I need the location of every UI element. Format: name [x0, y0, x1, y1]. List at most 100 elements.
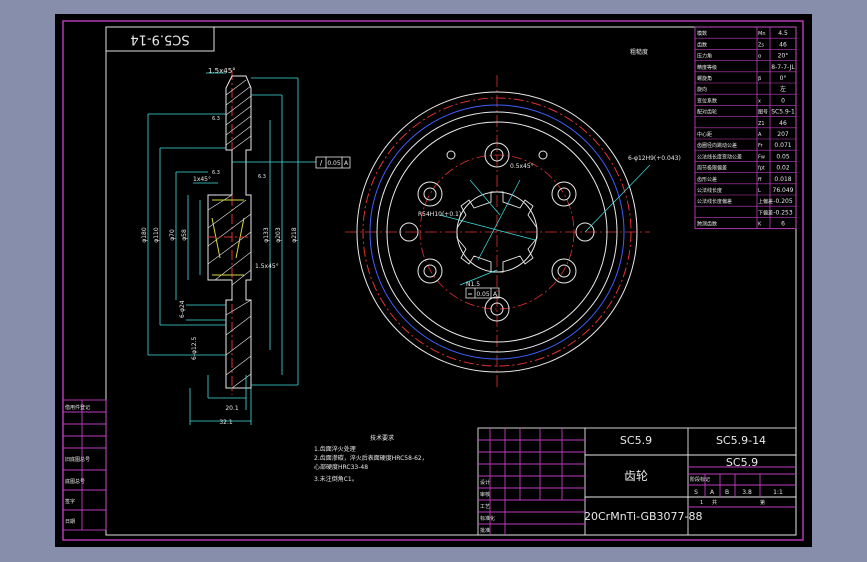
chamfer-top-label: 1.5x45°: [208, 67, 236, 75]
param-symbol: Fw: [758, 154, 765, 160]
param-value: 8-7-7-JL: [771, 64, 795, 71]
param-value: 左: [780, 85, 786, 93]
param-label: 中心距: [697, 131, 712, 138]
left-table-old-drawing: 旧底图总号: [65, 456, 90, 463]
param-symbol: x: [758, 98, 761, 104]
dim-label-2: φ110: [153, 227, 160, 243]
param-symbol: fpt: [758, 166, 765, 172]
chamfer-mid-label: 1x45°: [193, 176, 211, 183]
param-value: -0.205: [773, 198, 793, 205]
param-symbol: 下偏差: [758, 209, 773, 216]
stage-mark-b: B: [725, 489, 729, 496]
param-label: 压力角: [697, 53, 712, 60]
dim-label-4: φ58: [181, 229, 188, 241]
stage-label: 阶段标记: [690, 476, 710, 483]
small-dim-1: 6-φ24: [179, 300, 186, 318]
param-symbol: Z1: [758, 121, 765, 127]
chamfer-low-label: 1.5x45°: [255, 263, 279, 270]
corner-code-text: SC5.9-14: [130, 32, 189, 47]
param-symbol: Mn: [758, 31, 765, 37]
param-value: 20°: [778, 53, 789, 60]
dim-label-6: φ203: [275, 227, 282, 243]
left-table-sign: 签字: [65, 498, 75, 505]
param-symbol: 图号: [758, 110, 768, 116]
roughness-label-3: 6.3: [258, 174, 266, 180]
keyway-label: 0.5x45°: [510, 163, 534, 170]
param-symbol: Zs: [758, 42, 764, 48]
dim-label-1: φ180: [141, 227, 148, 243]
param-label: 模数: [697, 30, 707, 37]
param-label: 齿数: [697, 41, 707, 48]
param-value: SC5.9-1: [771, 109, 795, 116]
width-dim-1: 20.1: [225, 405, 239, 412]
notes-item-2: 2.齿面渗碳，淬火后表面硬度HRC58-62，: [314, 454, 428, 462]
param-value: -0.253: [773, 209, 793, 216]
param-symbol: L: [758, 188, 761, 194]
spline-label: 6-φ12H9(+0.043): [628, 155, 681, 162]
param-value: 46: [779, 120, 787, 127]
param-value: 0: [781, 97, 785, 104]
param-value: 0°: [780, 75, 787, 82]
svg-text:=: =: [467, 291, 472, 298]
param-value: 76.049: [773, 187, 794, 194]
param-value: 207: [777, 131, 789, 138]
sheet-count: 1: [700, 500, 703, 506]
surface-roughness-mark: 粗糙度: [630, 48, 648, 56]
role-review: 审核: [480, 491, 490, 498]
param-label: 周节极限偏差: [697, 165, 727, 172]
scale-value: 1:1: [773, 489, 783, 496]
notes-item-1: 1.齿面淬火处理: [314, 445, 356, 453]
width-dim-2: 32.1: [219, 419, 233, 426]
param-value: 6: [781, 221, 785, 228]
title-code-left: SC5.9: [620, 434, 652, 447]
svg-text:0.05: 0.05: [476, 291, 490, 298]
stage-mark-s: S: [694, 489, 698, 496]
material-label: 20CrMnTi-GB3077-88: [584, 510, 703, 523]
param-symbol: ff: [758, 177, 762, 183]
cad-drawing-canvas: SC5.9-14 1.5x45° 1x45° 1.5x45° 6.3 6.3 6…: [55, 14, 812, 547]
param-symbol: A: [758, 132, 762, 138]
weight-value: 3.8: [742, 489, 752, 496]
left-table-borrowed: 借用件登记: [65, 404, 90, 411]
notes-item-3: 心部硬度HRC33-48: [314, 463, 368, 471]
spline-label-2: R54H10(+0.1): [418, 211, 461, 218]
roughness-label-1: 6.3: [212, 116, 220, 122]
left-table-date: 日期: [65, 519, 75, 525]
param-value: 0.05: [776, 153, 790, 160]
param-label: 跨测齿数: [697, 221, 717, 228]
role-process: 工艺: [480, 504, 490, 510]
sheet-label-total: 共: [712, 499, 717, 506]
param-label: 变位系数: [697, 97, 717, 104]
role-approve: 批准: [480, 527, 490, 534]
dim-label-3: φ70: [169, 229, 176, 241]
param-label: 公法线长度变动公差: [697, 153, 742, 160]
param-label: 公法线长度: [697, 187, 722, 194]
notes-item-4: 3.未注倒角C1。: [314, 475, 358, 483]
param-label: 齿形公差: [697, 176, 717, 183]
param-symbol: 上偏差: [758, 198, 773, 205]
param-value: 4.5: [778, 30, 788, 37]
left-table-base-drawing: 底图总号: [65, 478, 85, 485]
spline-label-3: N1.5: [466, 281, 480, 288]
notes-title: 技术要求: [370, 434, 394, 442]
part-name: 齿轮: [624, 469, 648, 483]
param-value: 46: [779, 41, 787, 48]
small-dim-2: 6-φ12.5: [191, 337, 198, 360]
svg-text:0.05: 0.05: [327, 160, 341, 167]
roughness-label-2: 6.3: [212, 170, 220, 176]
title-code-right: SC5.9-14: [716, 434, 766, 447]
param-value: 0.02: [776, 165, 790, 172]
role-standard: 标准化: [480, 515, 495, 522]
sheet-label-page: 第: [760, 499, 765, 506]
role-design: 设计: [480, 479, 490, 486]
param-label: 齿圈径向跳动公差: [697, 142, 737, 149]
dim-label-5: φ133: [263, 227, 270, 243]
param-label: 配对齿轮: [697, 109, 717, 116]
param-value: 0.018: [774, 176, 791, 183]
param-label: 螺旋角: [697, 75, 712, 82]
dim-label-7: φ218: [291, 227, 298, 243]
param-label: 旋向: [697, 86, 707, 93]
param-label: 精度等级: [697, 64, 717, 71]
param-label: 公法线长度偏差: [697, 198, 732, 205]
param-symbol: β: [758, 76, 761, 82]
